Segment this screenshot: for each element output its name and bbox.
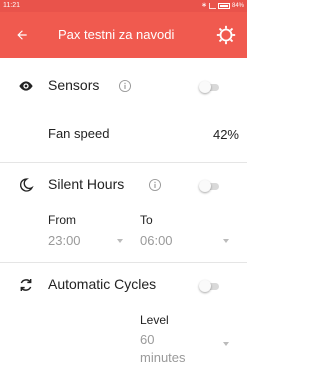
app-bar: Pax testni za navodi (0, 12, 247, 58)
level-field[interactable]: 60 (140, 332, 154, 347)
gear-icon (216, 25, 236, 45)
to-label: To (140, 213, 153, 227)
sensors-label: Sensors (48, 77, 100, 93)
automatic-cycles-toggle[interactable] (199, 279, 221, 293)
divider (0, 262, 247, 263)
moon-icon (18, 177, 34, 193)
chevron-down-icon (223, 239, 229, 243)
level-label: Level (140, 313, 169, 327)
bluetooth-icon: ∗ (201, 2, 207, 9)
status-time: 11:21 (3, 2, 20, 9)
fan-speed-label: Fan speed (48, 126, 110, 141)
battery-icon (217, 3, 230, 9)
silent-hours-label: Silent Hours (48, 176, 125, 192)
level-field-unit: minutes (140, 350, 186, 365)
sync-icon (18, 277, 34, 293)
status-icons: ∗ 84% (201, 0, 244, 12)
back-button[interactable] (10, 23, 34, 47)
signal-icon (208, 3, 216, 9)
settings-button[interactable] (215, 24, 237, 46)
chevron-down-icon (223, 342, 229, 346)
silent-hours-toggle[interactable] (199, 179, 221, 193)
from-label: From (48, 213, 76, 227)
to-time-field[interactable]: 06:00 (140, 233, 173, 248)
eye-icon (18, 78, 34, 94)
from-time-field[interactable]: 23:00 (48, 233, 81, 248)
divider (0, 162, 247, 163)
toggle-thumb (199, 280, 211, 292)
toggle-thumb (199, 81, 211, 93)
chevron-down-icon (117, 239, 123, 243)
status-bar: 11:21 ∗ 84% (0, 0, 247, 12)
battery-percent: 84% (231, 3, 244, 9)
sensors-toggle[interactable] (199, 80, 221, 94)
toggle-thumb (199, 180, 211, 192)
arrow-left-icon (17, 30, 27, 40)
fan-speed-value: 42% (212, 127, 239, 142)
automatic-cycles-label: Automatic Cycles (48, 276, 157, 292)
info-icon[interactable] (148, 178, 162, 192)
info-icon[interactable] (118, 79, 132, 93)
page-title: Pax testni za navodi (58, 27, 175, 42)
